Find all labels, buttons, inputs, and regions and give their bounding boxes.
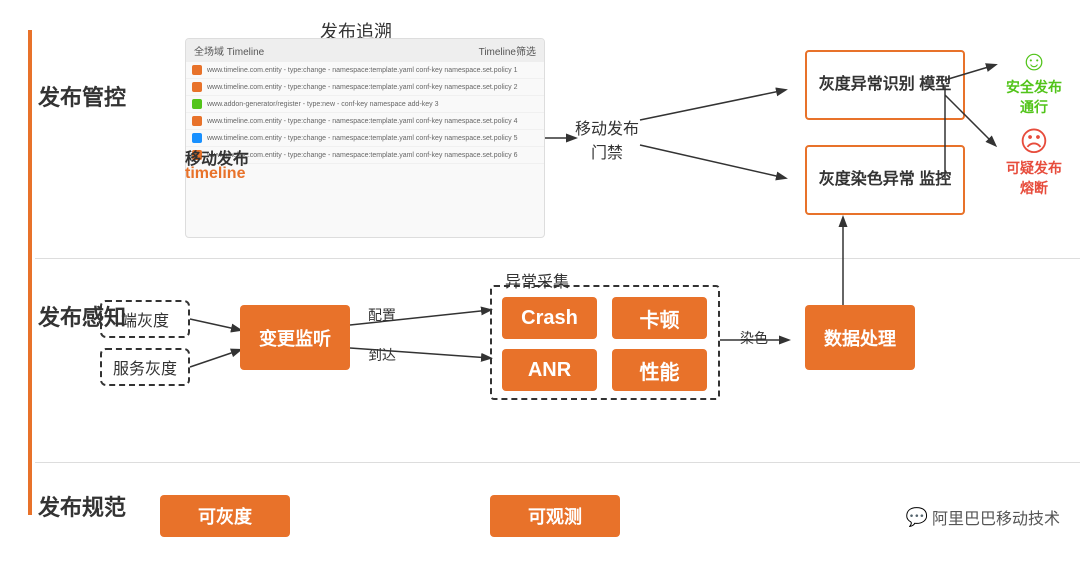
timeline-sublabel: timeline xyxy=(185,165,245,183)
safe-label-1: 安全发布 xyxy=(1006,77,1062,97)
duanhuidu-box: 端灰度 xyxy=(100,300,190,338)
divider-2 xyxy=(35,462,1080,463)
timeline-row: www.addon-generator/register - type:new … xyxy=(186,96,544,113)
exc-katon: 卡顿 xyxy=(612,297,707,339)
smile-icon: ☺ xyxy=(1006,45,1062,77)
danger-label-1: 可疑发布 xyxy=(1006,158,1062,178)
dot-green-1 xyxy=(192,99,202,109)
exc-xingneng: 性能 xyxy=(612,349,707,391)
mobile-gate-label: 移动发布门禁 xyxy=(575,115,639,163)
timeline-header: 全场域 Timeline Timeline筛选 xyxy=(186,39,544,62)
dot-orange-1 xyxy=(192,65,202,75)
biangeng-box: 变更监听 xyxy=(240,305,350,370)
timeline-row: www.timeline.com.entity - type:change - … xyxy=(186,79,544,96)
gray-color-box: 灰度染色异常 监控 xyxy=(805,145,965,215)
section-fabukongzhi: 发布管控 xyxy=(38,80,126,112)
dot-orange-2 xyxy=(192,82,202,92)
shujuchuli-box: 数据处理 xyxy=(805,305,915,370)
label-daoda: 到达 xyxy=(368,345,396,365)
exc-anr: ANR xyxy=(502,349,597,391)
danger-label-2: 熔断 xyxy=(1006,178,1062,198)
wechat-icon: 💬 xyxy=(906,507,928,528)
main-container: 发布管控 发布感知 发布规范 发布追溯 全场域 Timeline Timelin… xyxy=(0,0,1080,565)
timeline-row: www.timeline.com.entity - type:change - … xyxy=(186,62,544,79)
box-keguance: 可观测 xyxy=(490,495,620,537)
timeline-box: 全场域 Timeline Timeline筛选 www.timeline.com… xyxy=(185,38,545,238)
dot-blue-1 xyxy=(192,133,202,143)
gray-model-box: 灰度异常识别 模型 xyxy=(805,50,965,120)
frown-icon: ☹ xyxy=(1006,125,1062,158)
safe-publish: ☺ 安全发布 通行 xyxy=(1006,45,1062,117)
timeline-row: www.timeline.com.entity - type:change - … xyxy=(186,113,544,130)
danger-publish: ☹ 可疑发布 熔断 xyxy=(1006,125,1062,198)
dot-orange-3 xyxy=(192,116,202,126)
exc-crash: Crash xyxy=(502,297,597,339)
alibaba-label: 💬 阿里巴巴移动技术 xyxy=(906,505,1060,529)
label-peizhi: 配置 xyxy=(368,305,396,325)
label-ranse: 染色 xyxy=(740,328,768,348)
timeline-header-title: 全场域 Timeline xyxy=(194,43,264,58)
fuwuhuidu-box: 服务灰度 xyxy=(100,348,190,386)
timeline-header-action: Timeline筛选 xyxy=(479,43,536,58)
left-line xyxy=(28,30,32,515)
divider-1 xyxy=(35,258,1080,259)
exception-box: Crash 卡顿 ANR 性能 xyxy=(490,285,720,400)
safe-label-2: 通行 xyxy=(1006,97,1062,117)
box-kehuidu: 可灰度 xyxy=(160,495,290,537)
section-fabuguguifan: 发布规范 xyxy=(38,490,126,522)
